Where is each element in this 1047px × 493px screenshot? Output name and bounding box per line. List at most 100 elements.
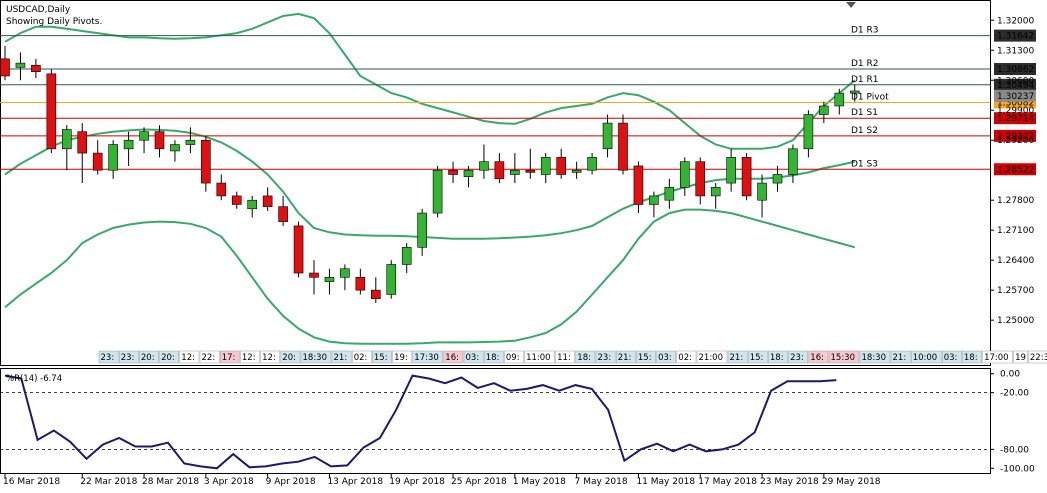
time-strip-label: 11:00 <box>526 353 551 363</box>
time-strip-label: 15:30 <box>831 353 856 363</box>
indicator-note: Showing Daily Pivots. <box>6 17 102 27</box>
candle-body <box>247 199 257 210</box>
date-label: 17 May 2018 <box>698 477 757 487</box>
candle-body <box>618 122 628 171</box>
candle-body <box>262 195 273 207</box>
pivot-name-d1-pivot: D1 Pivot <box>851 92 889 102</box>
time-strip-label: 17:00 <box>984 353 1009 363</box>
time-strip-label: 15: <box>750 353 764 363</box>
price-tick-label: 1.25000 <box>997 316 1034 326</box>
price-tick-label: 1.26400 <box>997 256 1034 266</box>
candle-body <box>726 157 736 184</box>
time-strip-label: 19 <box>1015 353 1026 363</box>
time-strip-label: 23: <box>598 353 612 363</box>
candle-body <box>61 129 72 150</box>
candle-body <box>819 105 829 115</box>
time-strip-label: 18: <box>486 353 500 363</box>
time-strip-label: 20: <box>141 353 155 363</box>
candle-body <box>77 131 88 154</box>
candle-body <box>479 161 489 171</box>
price-tick-label: 1.27800 <box>997 196 1034 206</box>
date-label: 28 Mar 2018 <box>142 477 199 487</box>
time-strip-label: 20: <box>282 353 296 363</box>
time-strip-label: 12: <box>262 353 276 363</box>
time-strip-label: 12: <box>181 353 195 363</box>
candle-body <box>92 152 103 171</box>
price-tick-label: 1.31300 <box>997 46 1034 56</box>
candle-body <box>664 187 675 201</box>
candle-body <box>587 157 597 171</box>
date-label: 13 Apr 2018 <box>327 477 383 487</box>
time-strip-label: 02: <box>678 353 692 363</box>
time-strip-label: 21: <box>730 353 744 363</box>
candle-body <box>386 264 397 295</box>
candle-body <box>216 182 227 197</box>
candle-body <box>540 157 551 175</box>
price-tag-text-d1-r2: 1.30862 <box>997 65 1034 75</box>
candle-body <box>463 169 474 177</box>
candle-body <box>324 277 335 282</box>
candle-body <box>355 277 366 291</box>
date-label: 9 Apr 2018 <box>266 477 316 487</box>
pivot-name-d1-s3: D1 S3 <box>851 159 878 169</box>
symbol-title: USDCAD,Daily <box>6 5 71 15</box>
time-strip-label: 23: <box>790 353 804 363</box>
candle-body <box>695 161 706 197</box>
date-label: 1 May 2018 <box>513 477 566 487</box>
time-strip-label: 21: <box>893 353 907 363</box>
time-strip-label: 22: <box>202 353 216 363</box>
price-tick-label: 1.25700 <box>997 286 1034 296</box>
time-strip-label: 16: <box>445 353 459 363</box>
candle-body <box>340 268 350 278</box>
time-strip-label: 15: <box>374 353 388 363</box>
candle-body <box>293 225 304 274</box>
candle-body <box>370 289 381 300</box>
date-label: 22 Mar 2018 <box>80 477 137 487</box>
time-strip-label: 18: <box>964 353 978 363</box>
main-chart-frame <box>0 0 991 366</box>
date-label: 23 May 2018 <box>760 477 819 487</box>
time-strip-label: 11: <box>557 353 571 363</box>
date-label: 3 Apr 2018 <box>204 477 254 487</box>
time-strip-label: 22:30 <box>1030 353 1047 363</box>
candle-body <box>201 139 211 184</box>
current-price-tag-text: 1.30237 <box>997 92 1034 102</box>
time-strip-label: 17:30 <box>414 353 439 363</box>
candle-body <box>108 144 118 171</box>
candle-body <box>432 169 443 214</box>
candle-body <box>679 161 690 188</box>
candle-body <box>849 90 860 94</box>
candle-body <box>15 62 26 68</box>
time-strip-label: 21: <box>334 353 348 363</box>
candle-body <box>494 161 505 180</box>
candle-body <box>154 131 165 150</box>
candle-body <box>803 114 814 150</box>
candle-body <box>602 122 613 150</box>
time-strip-label: 20: <box>161 353 175 363</box>
candle-body <box>309 272 319 278</box>
candle-body <box>170 144 180 152</box>
time-strip-label: 19: <box>394 353 408 363</box>
time-strip-label: 12: <box>242 353 256 363</box>
candle-body <box>401 247 412 265</box>
wpr-tick-label: -100.00 <box>1000 464 1035 474</box>
trading-chart[interactable]: D1 R3 D1 R2 D1 R1 D1 Pivot D1 S1 D1 S2 D1 S3 1… <box>0 0 1047 493</box>
candle-body <box>46 73 57 150</box>
pivot-name-d1-s1: D1 S1 <box>851 108 878 118</box>
candle-body <box>741 157 752 197</box>
date-label: 16 Mar 2018 <box>3 477 60 487</box>
wpr-tick-label: -20.00 <box>1000 389 1029 399</box>
price-tick-label: 1.32000 <box>997 16 1034 26</box>
date-label: 11 May 2018 <box>636 477 695 487</box>
price-axis: 1.316421.308621.304941.300821.297141.293… <box>990 16 1036 326</box>
time-strip-label: 21:00 <box>699 353 724 363</box>
date-label: 25 Apr 2018 <box>451 477 507 487</box>
time-strip-label: 03: <box>944 353 958 363</box>
time-strip-label: 03: <box>658 353 672 363</box>
time-strip-label: 18:30 <box>862 353 887 363</box>
wpr-tick-label: -80.00 <box>1000 445 1029 455</box>
date-label: 19 Apr 2018 <box>389 477 445 487</box>
date-label: 29 May 2018 <box>822 477 881 487</box>
candle-body <box>788 148 798 175</box>
candle-body <box>448 169 458 175</box>
